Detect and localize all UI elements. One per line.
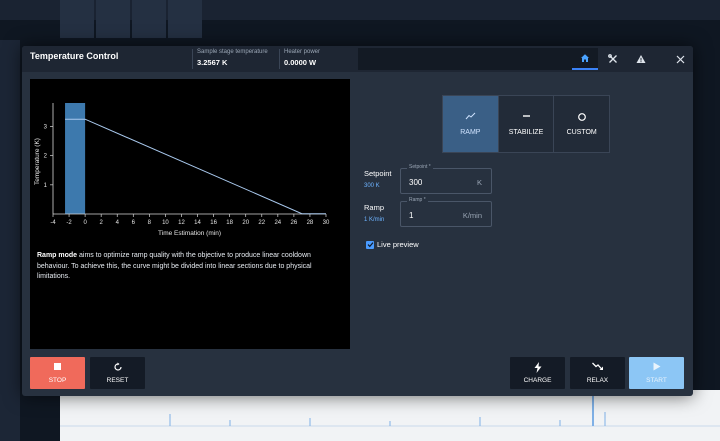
start-button[interactable]: START [629,357,684,389]
mode-description-text: aims to optimize ramp quality with the o… [37,252,312,280]
chart-y-tick-label: 1 [44,183,48,189]
chart-x-tick-label: 4 [116,220,120,226]
stabilize-mode-button[interactable]: STABILIZE [498,96,555,152]
setpoint-value[interactable]: 300 [409,178,422,187]
ramp-mode-button[interactable]: RAMP [443,96,499,152]
background-plot-lines [60,396,720,427]
stop-label: STOP [48,377,67,384]
mode-selector: RAMP STABILIZE CUSTOM [442,95,610,153]
ramp-value[interactable]: 1 [409,211,413,220]
heater-power-stat: Heater power 0.0000 W [284,49,320,67]
chart-x-tick-label: 18 [226,220,233,226]
background-plot [60,390,720,441]
custom-mode-button[interactable]: CUSTOM [554,96,610,152]
warning-icon [636,55,646,63]
tools-button[interactable] [600,48,626,70]
chart-x-tick-label: 2 [100,220,104,226]
home-button[interactable] [572,48,598,70]
heater-power-label: Heater power [284,49,321,55]
setpoint-sub: 300 K [364,183,380,189]
chart-x-tick-label: 12 [178,220,185,226]
dialog-header: Temperature Control Sample stage tempera… [22,46,693,72]
start-label: START [646,377,667,384]
custom-mode-label: CUSTOM [566,129,597,136]
chart-x-tick-label: 24 [274,220,281,226]
chart-x-tick-label: 26 [291,220,298,226]
stop-button[interactable]: STOP [30,357,85,389]
tools-icon [608,54,617,63]
background-sidebar [0,40,20,441]
chart-x-tick-label: 6 [132,220,136,226]
setpoint-unit: K [476,178,482,187]
check-icon [367,242,373,248]
preview-panel: -4 -2 0 2 4 6 8 10 12 14 16 18 20 22 24 26 28 30 1 2 3 Time E… [30,79,350,349]
chart-x-tick-label: -2 [66,220,72,226]
live-preview-checkbox[interactable] [366,240,374,249]
custom-icon [577,112,587,123]
chart-x-tick-label: 16 [210,220,217,226]
chart-series-line [65,118,326,215]
background-tab [60,0,94,38]
charge-label: CHARGE [523,377,552,384]
chart-x-tick-label: 8 [148,220,152,226]
chart-x-tick-label: -4 [50,220,56,226]
play-icon [653,362,661,374]
relax-label: RELAX [586,377,609,384]
dialog-title: Temperature Control [30,51,119,61]
header-divider [192,49,193,69]
sample-stage-label: Sample stage temperature [197,49,268,55]
mode-description: Ramp mode aims to optimize ramp quality … [37,251,343,283]
relax-button[interactable]: RELAX [570,357,625,389]
header-divider [279,49,280,69]
ramp-field-label: Ramp * [407,197,428,203]
sample-stage-stat: Sample stage temperature 3.2567 K [197,49,268,67]
chart-x-tick-label: 20 [242,220,249,226]
close-icon [676,55,684,63]
ramp-field[interactable]: Ramp * 1 K/min [400,197,492,227]
heater-power-value: 0.0000 W [284,58,317,67]
setpoint-field-label: Setpoint * [407,164,433,170]
ramp-icon [465,112,476,123]
reset-icon [113,362,123,374]
stop-icon [54,362,61,374]
chart-x-tick-label: 22 [258,220,265,226]
chart-y-axis-label: Temperature (K) [34,138,41,185]
chart-x-axis-label: Time Estimation (min) [158,230,221,237]
chart-y-tick-label: 2 [44,154,48,160]
live-preview-label: Live preview [377,240,419,249]
mode-description-bold: Ramp mode [37,252,78,259]
sample-stage-value: 3.2567 K [197,58,228,67]
ramp-label: Ramp [364,203,385,212]
ramp-sub: 1 K/min [364,217,385,223]
background-tab [168,0,202,38]
setpoint-label: Setpoint [364,169,392,178]
charge-button[interactable]: CHARGE [510,357,565,389]
stabilize-mode-label: STABILIZE [508,129,544,136]
reset-button[interactable]: RESET [90,357,145,389]
chart-x-tick-label: 28 [307,220,314,226]
background-tabs [60,0,202,40]
trending-down-icon [591,362,604,374]
reset-label: RESET [106,377,129,384]
chart-x-tick-label: 14 [194,220,201,226]
background-tab [96,0,130,38]
background-tab [132,0,166,38]
live-preview-toggle[interactable]: Live preview [366,240,419,249]
header-empty-area [358,48,588,70]
chart-x-tick-label: 30 [323,220,330,226]
close-button[interactable] [667,48,693,70]
warning-button[interactable] [628,48,654,70]
chart-y-tick-label: 3 [44,125,48,131]
temperature-control-dialog: Temperature Control Sample stage tempera… [22,46,693,396]
chart-x-tick-label: 0 [83,220,87,226]
ramp-mode-label: RAMP [460,129,481,136]
chart-x-tick-label: 10 [162,220,169,226]
home-icon [581,54,589,62]
lightning-icon [534,362,542,374]
ramp-unit: K/min [462,211,482,220]
stabilize-icon [521,112,532,123]
setpoint-field[interactable]: Setpoint * 300 K [400,164,492,194]
temperature-preview-chart: -4 -2 0 2 4 6 8 10 12 14 16 18 20 22 24 26 28 30123Time E… [34,103,330,237]
